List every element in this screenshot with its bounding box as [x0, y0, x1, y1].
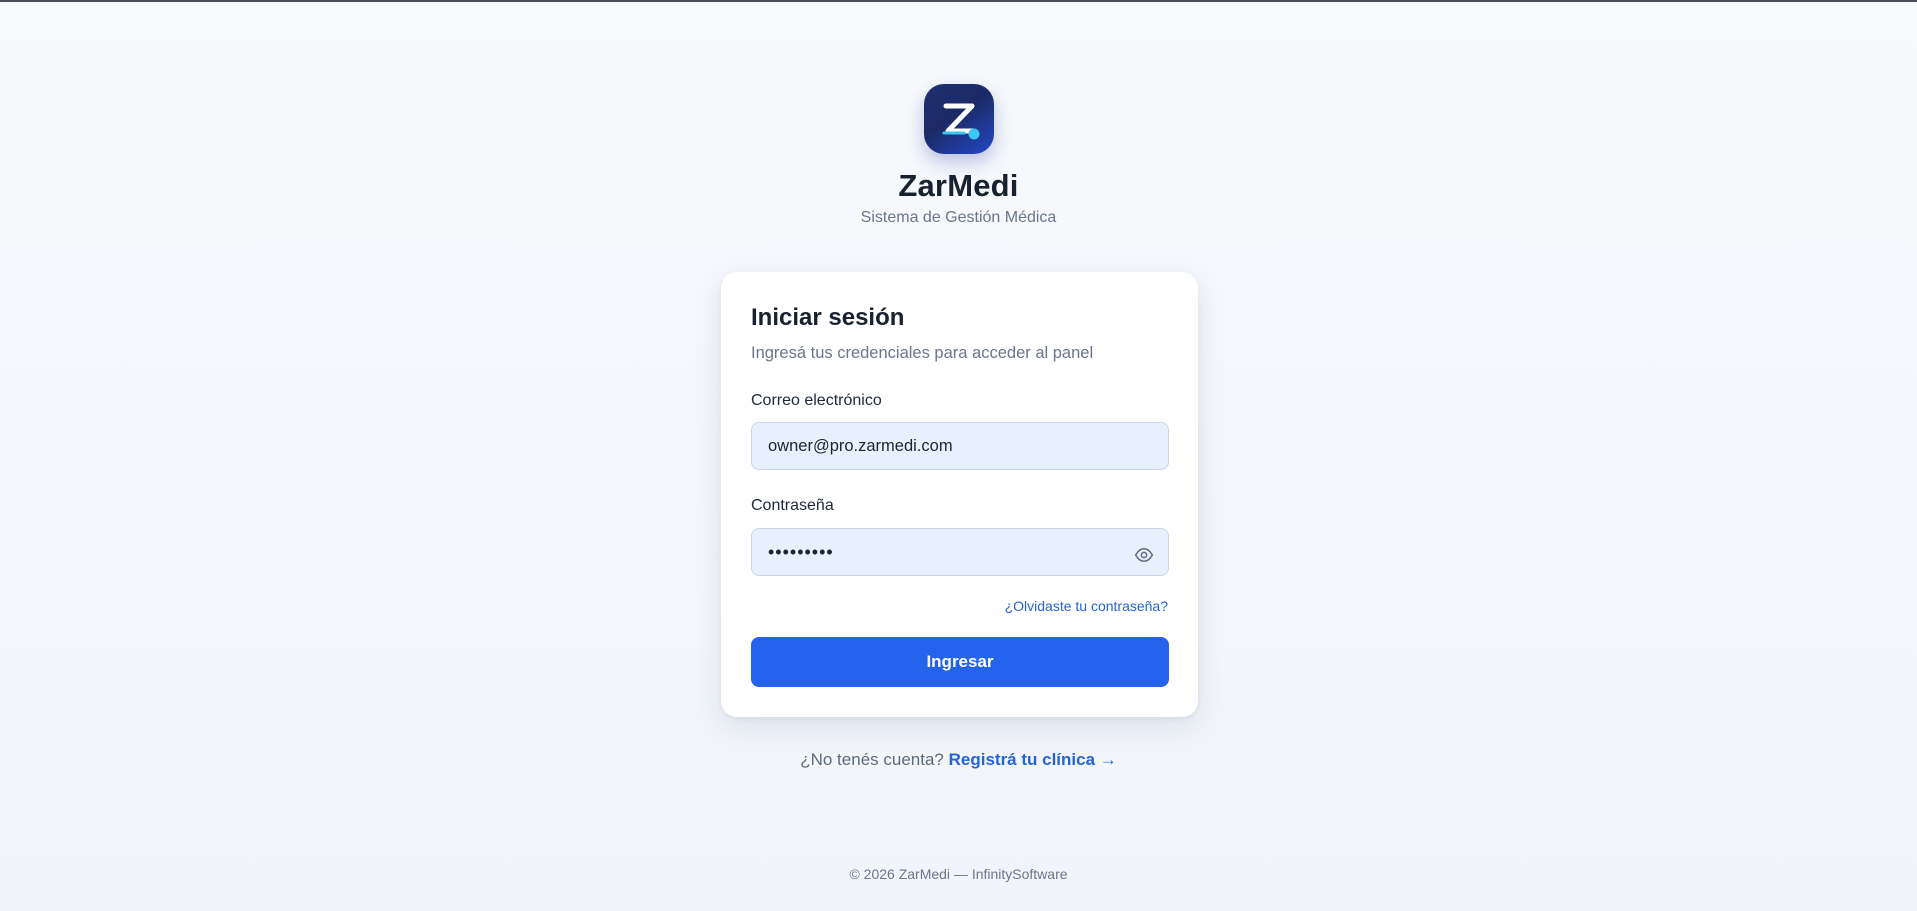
login-card: Iniciar sesión Ingresá tus credenciales … [721, 272, 1198, 717]
footer-copyright: © 2026 ZarMedi — InfinitySoftware [849, 866, 1068, 882]
app-subtitle: Sistema de Gestión Médica [860, 209, 1057, 226]
toggle-password-visibility[interactable] [1129, 540, 1159, 570]
login-description: Ingresá tus credenciales para acceder al… [751, 344, 1094, 362]
password-field[interactable] [751, 528, 1169, 576]
forgot-password-link[interactable]: ¿Olvidaste tu contraseña? [1005, 598, 1168, 614]
top-border [0, 0, 1917, 2]
register-clinic-link[interactable]: Registrá tu clínica → [949, 750, 1117, 769]
password-label: Contraseña [751, 497, 834, 514]
email-field[interactable] [751, 422, 1169, 470]
login-title: Iniciar sesión [751, 304, 905, 331]
register-prompt-line: ¿No tenés cuenta? Registrá tu clínica → [0, 750, 1917, 770]
zarmedi-logo [924, 84, 994, 154]
app-name: ZarMedi [898, 168, 1019, 203]
eye-icon [1134, 548, 1154, 562]
email-label: Correo electrónico [751, 392, 882, 409]
zarmedi-logo-icon [942, 103, 980, 140]
register-prompt: ¿No tenés cuenta? [800, 750, 944, 769]
login-submit-button[interactable]: Ingresar [751, 637, 1169, 687]
